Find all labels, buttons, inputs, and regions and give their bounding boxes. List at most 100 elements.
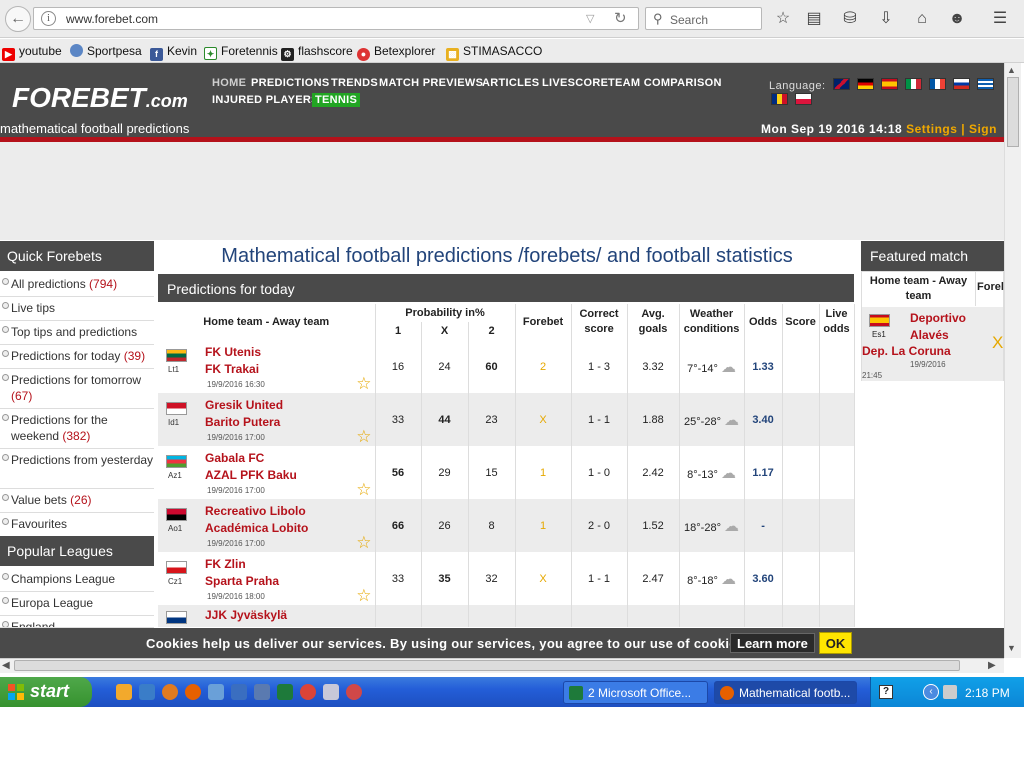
nav-home[interactable]: HOME	[212, 77, 246, 89]
bookmark-sportpesa[interactable]: Sportpesa	[70, 44, 142, 58]
home-team-link[interactable]: Recreativo Libolo	[205, 504, 306, 518]
quicklaunch-plane-icon[interactable]	[208, 684, 224, 700]
featured-home-team[interactable]: Deportivo Alavés	[910, 310, 976, 344]
home-team-link[interactable]: Gresik United	[205, 398, 283, 412]
flag-english-icon[interactable]	[833, 78, 850, 90]
quicklaunch-app-icon[interactable]	[346, 684, 362, 700]
quicklaunch-excel-icon[interactable]	[277, 684, 293, 700]
nav-predictions[interactable]: PREDICTIONS	[251, 77, 329, 89]
search-input[interactable]: ⚲ Search	[645, 7, 762, 30]
start-button[interactable]: start	[0, 677, 92, 707]
quicklaunch-media-icon[interactable]	[162, 684, 178, 700]
sidebar-item-live-tips[interactable]: Live tips	[0, 297, 154, 321]
info-icon[interactable]: i	[41, 11, 56, 26]
league-item-champions-league[interactable]: Champions League	[0, 568, 154, 592]
flag-greek-icon[interactable]	[977, 78, 994, 90]
learn-more-button[interactable]: Learn more	[730, 633, 815, 653]
table-row[interactable]: JJK Jyväskylä	[158, 605, 855, 627]
network-icon[interactable]	[943, 685, 957, 699]
flag-romanian-icon[interactable]	[771, 93, 788, 105]
odds-value[interactable]: 1.17	[744, 446, 783, 499]
bookmark-star-icon[interactable]: ☆	[772, 8, 794, 30]
sidebar-item-top-tips-and-predictions[interactable]: Top tips and predictions	[0, 321, 154, 345]
back-button[interactable]: ←	[5, 6, 31, 32]
url-text[interactable]: www.forebet.com	[66, 12, 158, 26]
odds-value[interactable]: 3.60	[744, 552, 783, 605]
reading-list-icon[interactable]: ▤	[803, 8, 825, 30]
table-row[interactable]: Ao1 Recreativo Libolo Académica Lobito 19/9…	[158, 499, 855, 553]
featured-away-team[interactable]: Dep. La Coruna	[862, 344, 951, 358]
quicklaunch-doc-icon[interactable]	[231, 684, 247, 700]
home-team-link[interactable]: Gabala FC	[205, 451, 264, 465]
bookmark-flashscore[interactable]: ⚙ flashscore	[281, 44, 353, 61]
favourite-star-icon[interactable]: ☆	[356, 427, 371, 447]
sidebar-item-predictions-for-tomorrow[interactable]: Predictions for tomorrow (67)	[0, 369, 154, 409]
odds-value[interactable]	[744, 605, 783, 627]
bookmark-kevin[interactable]: f Kevin	[150, 44, 197, 61]
table-row[interactable]: Id1 Gresik United Barito Putera 19/9/2016 1…	[158, 393, 855, 447]
quicklaunch-folder-icon[interactable]	[116, 684, 132, 700]
bookmark-stimasacco[interactable]: ▩ STIMASACCO	[446, 44, 542, 61]
odds-value[interactable]: 1.33	[744, 340, 783, 393]
nav-match-previews[interactable]: MATCH PREVIEWS	[379, 77, 483, 89]
nav-articles[interactable]: ARTICLES	[482, 77, 539, 89]
menu-icon[interactable]: ☰	[989, 8, 1011, 30]
vertical-scroll-thumb[interactable]	[1007, 77, 1019, 147]
table-row[interactable]: Lt1 FK Utenis FK Trakai 19/9/2016 16:30 ☆ 16 2…	[158, 340, 855, 394]
scroll-left-icon[interactable]: ◀	[2, 660, 10, 671]
download-icon[interactable]: ⇩	[875, 8, 897, 30]
scroll-right-icon[interactable]: ▶	[988, 660, 996, 671]
table-row[interactable]: Az1 Gabala FC AZAL PFK Baku 19/9/2016 17:00…	[158, 446, 855, 500]
flag-french-icon[interactable]	[929, 78, 946, 90]
flag-german-icon[interactable]	[857, 78, 874, 90]
away-team-link[interactable]: Sparta Praha	[205, 574, 279, 588]
cookie-ok-button[interactable]: OK	[819, 632, 852, 654]
chevron-down-icon[interactable]: ▽	[586, 12, 594, 25]
sidebar-item-favourites[interactable]: Favourites	[0, 513, 154, 537]
horizontal-scroll-thumb[interactable]	[14, 660, 960, 671]
taskbar-firefox[interactable]: Mathematical footb...	[714, 681, 857, 704]
reload-icon[interactable]: ↻	[614, 9, 627, 27]
quicklaunch-chrome-icon[interactable]	[300, 684, 316, 700]
league-item-europa-league[interactable]: Europa League	[0, 592, 154, 616]
featured-match-box[interactable]: Home team - Away team Forel Es1 Deportiv…	[861, 271, 1004, 381]
sidebar-item-predictions-from-yesterday[interactable]: Predictions from yesterday	[0, 449, 154, 489]
away-team-link[interactable]: AZAL PFK Baku	[205, 468, 297, 482]
nav-team-comparison[interactable]: TEAM COMPARISON	[608, 77, 722, 89]
quicklaunch-printer-icon[interactable]	[323, 684, 339, 700]
sidebar-item-all-predictions[interactable]: All predictions (794)	[0, 273, 154, 297]
quicklaunch-ie-icon[interactable]	[139, 684, 155, 700]
site-logo[interactable]: FOREBET.com	[12, 82, 188, 114]
bookmark-betexplorer[interactable]: ● Betexplorer	[357, 44, 435, 61]
flag-italian-icon[interactable]	[905, 78, 922, 90]
tray-expand-icon[interactable]: ‹	[923, 684, 939, 700]
flag-russian-icon[interactable]	[953, 78, 970, 90]
home-team-link[interactable]: JJK Jyväskylä	[205, 608, 287, 622]
away-team-link[interactable]: Barito Putera	[205, 415, 280, 429]
quicklaunch-firefox-icon[interactable]	[185, 684, 201, 700]
odds-value[interactable]: 3.40	[744, 393, 783, 446]
nav-tennis[interactable]: TENNIS	[312, 93, 361, 107]
favourite-star-icon[interactable]: ☆	[356, 480, 371, 500]
quicklaunch-word-icon[interactable]	[254, 684, 270, 700]
away-team-link[interactable]: Académica Lobito	[205, 521, 308, 535]
bookmark-foretennis[interactable]: ✦ Foretennis	[204, 44, 278, 60]
smiley-icon[interactable]: ☻	[946, 8, 968, 30]
odds-value[interactable]: -	[744, 499, 783, 552]
favourite-star-icon[interactable]: ☆	[356, 586, 371, 606]
pocket-icon[interactable]: ⛁	[839, 8, 861, 30]
favourite-star-icon[interactable]: ☆	[356, 533, 371, 553]
scroll-up-icon[interactable]: ▲	[1007, 65, 1016, 75]
url-bar[interactable]: i www.forebet.com ▽ ↻	[33, 7, 639, 30]
flag-spanish-icon[interactable]	[881, 78, 898, 90]
favourite-star-icon[interactable]: ☆	[356, 374, 371, 394]
signin-link[interactable]: | Sign	[961, 122, 997, 136]
bookmark-youtube[interactable]: ▶ youtube	[2, 44, 62, 61]
home-team-link[interactable]: FK Zlin	[205, 557, 246, 571]
nav-livescore[interactable]: LIVESCORE	[542, 77, 608, 89]
flag-polish-icon[interactable]	[795, 93, 812, 105]
home-icon[interactable]: ⌂	[911, 8, 933, 30]
help-icon[interactable]: ?	[879, 685, 893, 699]
nav-injured-players[interactable]: INJURED PLAYERS	[212, 94, 319, 106]
table-row[interactable]: Cz1 FK Zlin Sparta Praha 19/9/2016 18:00 ☆ 33…	[158, 552, 855, 606]
